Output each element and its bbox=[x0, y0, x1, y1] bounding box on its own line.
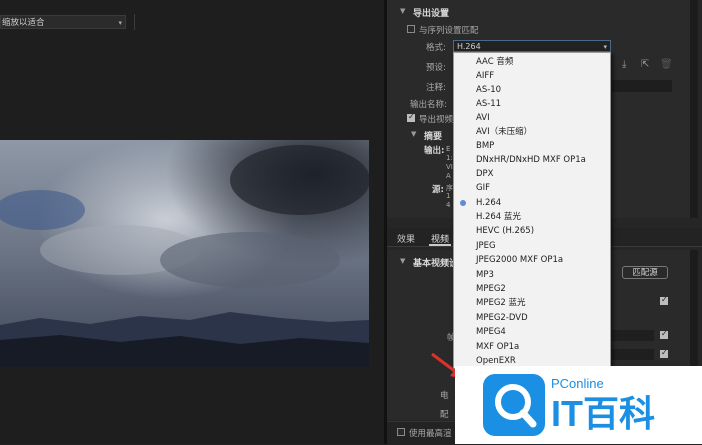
format-label: 格式: bbox=[426, 43, 446, 53]
collapse-triangle-icon[interactable]: ▼ bbox=[411, 130, 416, 138]
save-preset-icon[interactable]: ⤓ bbox=[622, 59, 626, 70]
search-logo-icon bbox=[483, 374, 545, 436]
summary-output-line: 1: bbox=[446, 154, 453, 162]
format-option[interactable]: GIF bbox=[454, 181, 610, 195]
comment-label: 注释: bbox=[426, 83, 446, 93]
format-option[interactable]: H.264 蓝光 bbox=[454, 210, 610, 224]
watermark-brand: PConline bbox=[551, 376, 604, 391]
basic-video-title: 基本视频设 bbox=[413, 259, 459, 269]
output-name-label: 输出名称: bbox=[410, 100, 447, 110]
match-sequence-label: 与序列设置匹配 bbox=[419, 26, 479, 36]
export-video-checkbox[interactable] bbox=[407, 112, 415, 122]
summary-output-line: A bbox=[446, 172, 451, 180]
width-checkbox[interactable] bbox=[660, 295, 668, 305]
selected-radio-icon bbox=[460, 200, 466, 206]
cloud-landscape-image bbox=[0, 140, 369, 367]
format-option[interactable]: AS-11 bbox=[454, 97, 610, 111]
toolbar-divider bbox=[134, 14, 135, 30]
export-video-label: 导出视频 bbox=[419, 115, 454, 125]
summary-source-line: 1 bbox=[446, 192, 451, 200]
summary-source-line: 4 bbox=[446, 201, 451, 209]
preset-label: 预设: bbox=[426, 63, 446, 73]
profile-label: 配 bbox=[440, 410, 449, 420]
import-preset-icon[interactable]: ⇱ bbox=[641, 59, 649, 70]
format-option[interactable]: AIFF bbox=[454, 69, 610, 83]
format-option[interactable]: MP3 bbox=[454, 268, 610, 282]
summary-output-line: E bbox=[446, 145, 451, 153]
format-option[interactable]: JPEG bbox=[454, 239, 610, 253]
field-order-select[interactable] bbox=[612, 349, 654, 360]
max-quality-checkbox[interactable] bbox=[397, 428, 405, 436]
pconline-watermark: PConline IT百科 bbox=[455, 366, 702, 444]
format-option-selected[interactable]: H.264 bbox=[454, 196, 610, 210]
format-option[interactable]: BMP bbox=[454, 139, 610, 153]
active-tab-indicator bbox=[429, 244, 451, 246]
export-settings-title: 导出设置 bbox=[413, 9, 450, 19]
chevron-down-icon: ▾ bbox=[118, 19, 122, 27]
video-preview bbox=[0, 140, 369, 367]
format-option[interactable]: MPEG2 蓝光 bbox=[454, 296, 610, 310]
format-option[interactable]: MPEG2-DVD bbox=[454, 311, 610, 325]
scrollbar[interactable] bbox=[690, 0, 698, 218]
summary-output-line: VI bbox=[446, 163, 453, 171]
max-quality-label: 使用最高渲 bbox=[409, 429, 452, 439]
format-option[interactable]: HEVC (H.265) bbox=[454, 224, 610, 238]
format-option[interactable]: JPEG2000 MXF OP1a bbox=[454, 253, 610, 267]
match-source-button[interactable]: 匹配源 bbox=[622, 266, 668, 279]
frame-rate-checkbox[interactable] bbox=[660, 329, 668, 339]
comment-input[interactable] bbox=[612, 80, 672, 92]
format-option[interactable]: DNxHR/DNxHD MXF OP1a bbox=[454, 153, 610, 167]
format-option[interactable]: AVI（未压缩） bbox=[454, 125, 610, 139]
collapse-triangle-icon[interactable]: ▼ bbox=[400, 7, 405, 15]
delete-preset-icon[interactable]: 🗑 bbox=[660, 59, 673, 70]
format-option[interactable]: DPX bbox=[454, 167, 610, 181]
format-value: H.264 bbox=[457, 42, 481, 51]
frame-rate-select[interactable] bbox=[612, 330, 654, 341]
tab-effects[interactable]: 效果 bbox=[397, 232, 415, 245]
format-option[interactable]: MPEG2 bbox=[454, 282, 610, 296]
format-option[interactable]: AAC 音频 bbox=[454, 55, 610, 69]
format-option[interactable]: AS-10 bbox=[454, 83, 610, 97]
summary-source-label: 源: bbox=[432, 185, 444, 195]
zoom-value: 缩放以适合 bbox=[2, 18, 45, 28]
format-option[interactable]: MXF OP1a bbox=[454, 340, 610, 354]
match-sequence-checkbox[interactable] bbox=[407, 25, 415, 33]
tv-standard-label: 电 bbox=[440, 391, 449, 401]
watermark-title: IT百科 bbox=[551, 393, 655, 434]
summary-output-label: 输出: bbox=[424, 146, 445, 156]
collapse-triangle-icon[interactable]: ▼ bbox=[400, 257, 405, 265]
zoom-select[interactable]: 缩放以适合 ▾ bbox=[0, 15, 126, 29]
format-select[interactable]: H.264 ▾ bbox=[453, 40, 611, 52]
format-dropdown-list: AAC 音频 AIFF AS-10 AS-11 AVI AVI（未压缩） BMP… bbox=[453, 52, 611, 369]
summary-title: 摘要 bbox=[424, 132, 443, 142]
field-order-checkbox[interactable] bbox=[660, 348, 668, 358]
format-option[interactable]: MPEG4 bbox=[454, 325, 610, 339]
format-option[interactable]: AVI bbox=[454, 111, 610, 125]
